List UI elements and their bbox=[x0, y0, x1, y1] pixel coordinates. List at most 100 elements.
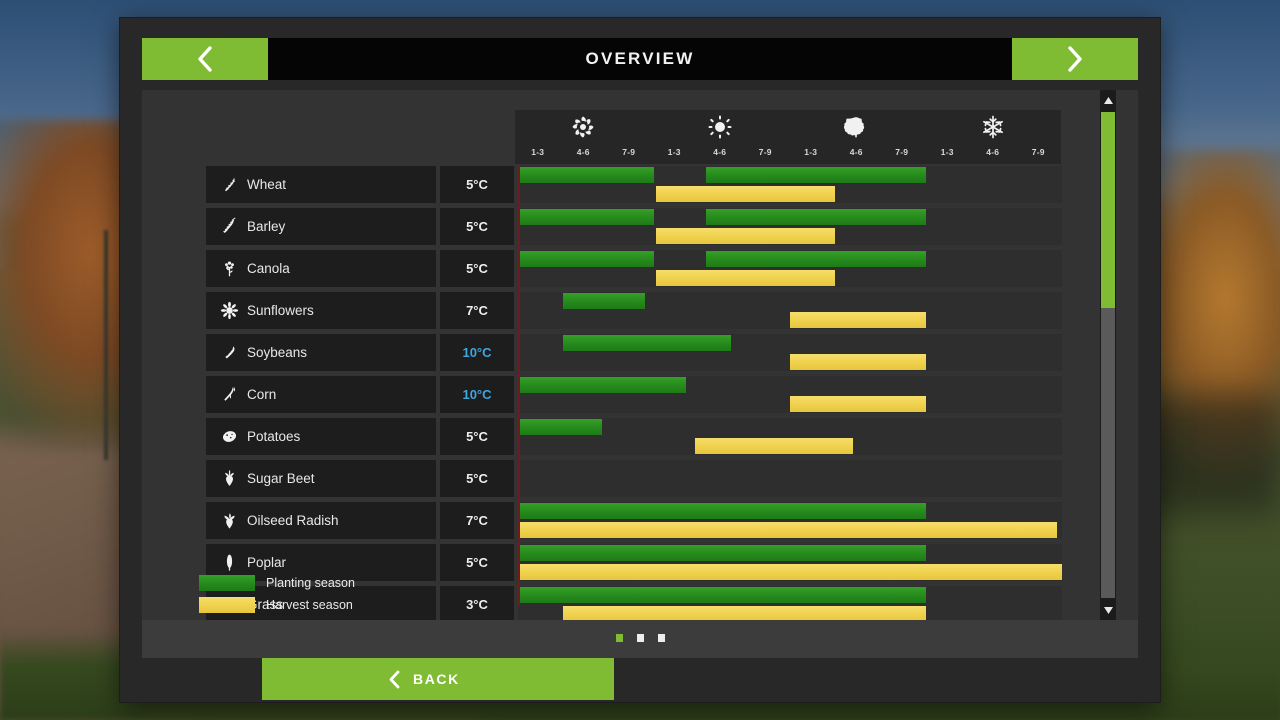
crop-name-label: Wheat bbox=[247, 177, 287, 192]
season-header: 1-3 4-6 7-9 1-3 4-6 7-9 1-3 4-6 7-9 1-3 … bbox=[515, 110, 1061, 164]
planting-season-bar bbox=[706, 167, 926, 183]
tick-label: 7-9 bbox=[622, 147, 636, 157]
planting-season-bar bbox=[563, 335, 732, 351]
chevron-left-icon bbox=[194, 44, 216, 74]
harvest-season-bar bbox=[694, 438, 854, 454]
crop-name-label: Barley bbox=[247, 219, 286, 234]
harvest-season-bar bbox=[656, 270, 836, 286]
legend-item-harvest: Harvest season bbox=[199, 595, 355, 615]
pagination-dot-2[interactable] bbox=[636, 634, 644, 642]
table-row[interactable]: Oilseed Radish 7°C bbox=[206, 502, 1062, 539]
crop-name-cell: Sunflowers bbox=[206, 292, 436, 329]
potato-icon bbox=[214, 427, 244, 446]
tick-label: 4-6 bbox=[576, 147, 590, 157]
sunflower-icon bbox=[214, 301, 244, 320]
crop-temperature-value: 7°C bbox=[466, 303, 488, 318]
season-lane bbox=[518, 166, 1062, 203]
harvest-season-bar bbox=[656, 228, 836, 244]
titlebar: OVERVIEW bbox=[142, 38, 1138, 80]
back-button[interactable]: BACK bbox=[262, 658, 614, 700]
season-lane bbox=[518, 460, 1062, 497]
crop-temperature-value: 5°C bbox=[466, 261, 488, 276]
planting-season-bar bbox=[518, 167, 654, 183]
harvest-season-bar bbox=[790, 396, 926, 412]
crop-temperature-value: 7°C bbox=[466, 513, 488, 528]
pagination-dot-3[interactable] bbox=[657, 634, 665, 642]
planting-season-bar bbox=[518, 587, 926, 603]
planting-season-bar bbox=[518, 419, 602, 435]
table-row[interactable]: Potatoes 5°C bbox=[206, 418, 1062, 455]
current-day-marker bbox=[518, 166, 520, 606]
page-title-text: OVERVIEW bbox=[585, 49, 695, 68]
planting-season-bar bbox=[518, 251, 654, 267]
crop-temperature-cell: 5°C bbox=[440, 250, 514, 287]
chevron-left-icon bbox=[388, 670, 402, 689]
harvest-season-bar bbox=[656, 186, 836, 202]
crop-temperature-value: 5°C bbox=[466, 177, 488, 192]
crop-name-cell: Barley bbox=[206, 208, 436, 245]
season-lane bbox=[518, 586, 1062, 623]
snowflake-icon bbox=[925, 113, 1062, 141]
tick-label: 1-3 bbox=[531, 147, 545, 157]
crop-temperature-value: 10°C bbox=[462, 387, 492, 402]
tick-label: 7-9 bbox=[1031, 147, 1045, 157]
planting-season-bar bbox=[518, 503, 926, 519]
pagination-dot-1[interactable] bbox=[615, 634, 623, 642]
tick-label: 1-3 bbox=[667, 147, 681, 157]
canola-icon bbox=[214, 259, 244, 278]
season-lane bbox=[518, 502, 1062, 539]
crop-temperature-cell: 7°C bbox=[440, 292, 514, 329]
vertical-scrollbar[interactable] bbox=[1100, 90, 1116, 620]
season-lane bbox=[518, 250, 1062, 287]
crop-temperature-value: 10°C bbox=[462, 345, 492, 360]
scroll-up-button[interactable] bbox=[1100, 90, 1116, 110]
scroll-down-button[interactable] bbox=[1100, 600, 1116, 620]
table-row[interactable]: Sunflowers 7°C bbox=[206, 292, 1062, 329]
crop-name-label: Sunflowers bbox=[247, 303, 314, 318]
crop-temperature-value: 5°C bbox=[466, 471, 488, 486]
season-lane bbox=[518, 334, 1062, 371]
page-title: OVERVIEW bbox=[268, 38, 1012, 80]
table-row[interactable]: Corn 10°C bbox=[206, 376, 1062, 413]
legend-swatch-harvest bbox=[199, 597, 255, 613]
crop-temperature-cell: 7°C bbox=[440, 502, 514, 539]
season-lane bbox=[518, 544, 1062, 581]
crop-temperature-cell: 5°C bbox=[440, 460, 514, 497]
season-column-winter: 1-3 4-6 7-9 bbox=[925, 110, 1062, 164]
season-lane bbox=[518, 376, 1062, 413]
oilseed-radish-icon bbox=[214, 511, 244, 530]
crop-temperature-cell: 5°C bbox=[440, 418, 514, 455]
table-row[interactable]: Barley 5°C bbox=[206, 208, 1062, 245]
chevron-right-icon bbox=[1064, 44, 1086, 74]
tick-label: 7-9 bbox=[758, 147, 772, 157]
planting-season-bar bbox=[563, 293, 645, 309]
previous-page-button[interactable] bbox=[142, 38, 268, 80]
season-lane bbox=[518, 292, 1062, 329]
corn-icon bbox=[214, 385, 244, 404]
crop-temperature-cell: 10°C bbox=[440, 376, 514, 413]
planting-season-bar bbox=[518, 377, 686, 393]
planting-season-bar bbox=[706, 209, 926, 225]
legend: Planting season Harvest season bbox=[199, 573, 355, 617]
next-page-button[interactable] bbox=[1012, 38, 1138, 80]
crop-name-cell: Corn bbox=[206, 376, 436, 413]
table-row[interactable]: Sugar Beet 5°C bbox=[206, 460, 1062, 497]
poplar-icon bbox=[214, 553, 244, 572]
tick-label: 7-9 bbox=[895, 147, 909, 157]
scrollbar-thumb[interactable] bbox=[1101, 112, 1115, 308]
crop-name-label: Soybeans bbox=[247, 345, 308, 360]
table-row[interactable]: Soybeans 10°C bbox=[206, 334, 1062, 371]
table-row[interactable]: Wheat 5°C bbox=[206, 166, 1062, 203]
crop-temperature-value: 5°C bbox=[466, 429, 488, 444]
wheat-icon bbox=[214, 175, 244, 194]
crop-list: Wheat 5°C Barley 5°C Canola 5°C Sunflowe… bbox=[206, 166, 1062, 628]
season-tick-labels: 1-3 4-6 7-9 bbox=[925, 147, 1062, 159]
season-tick-labels: 1-3 4-6 7-9 bbox=[515, 147, 652, 159]
leaf-icon bbox=[788, 113, 925, 141]
table-row[interactable]: Canola 5°C bbox=[206, 250, 1062, 287]
crop-name-label: Canola bbox=[247, 261, 290, 276]
back-button-label: BACK bbox=[413, 671, 460, 687]
sun-icon bbox=[652, 113, 789, 141]
crop-name-label: Poplar bbox=[247, 555, 287, 570]
pagination-dots bbox=[142, 633, 1138, 643]
